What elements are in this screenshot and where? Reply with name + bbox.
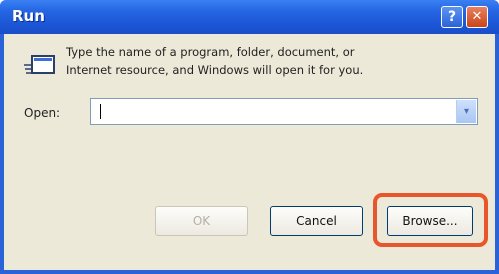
close-button[interactable]: ✕	[466, 6, 488, 28]
title-bar[interactable]: Run ? ✕	[0, 0, 499, 34]
help-icon: ?	[447, 9, 457, 25]
cancel-button[interactable]: Cancel	[270, 206, 363, 236]
help-button[interactable]: ?	[441, 6, 463, 28]
browse-highlight-ring	[373, 193, 488, 247]
window-title: Run	[12, 7, 45, 25]
instruction-line-2: Internet resource, and Windows will open…	[66, 63, 364, 77]
instruction-text: Type the name of a program, folder, docu…	[66, 43, 466, 79]
chevron-down-icon: ▾	[463, 106, 470, 117]
ok-button[interactable]: OK	[155, 206, 248, 236]
instruction-line-1: Type the name of a program, folder, docu…	[66, 45, 355, 59]
run-program-icon	[24, 55, 55, 74]
open-label: Open:	[24, 106, 61, 120]
run-dialog: Run ? ✕ Type the name of a program, fold…	[0, 0, 499, 274]
close-icon: ✕	[471, 9, 483, 24]
text-caret	[100, 104, 101, 119]
open-dropdown-button[interactable]: ▾	[456, 100, 476, 123]
open-combobox[interactable]: ▾	[90, 98, 478, 125]
